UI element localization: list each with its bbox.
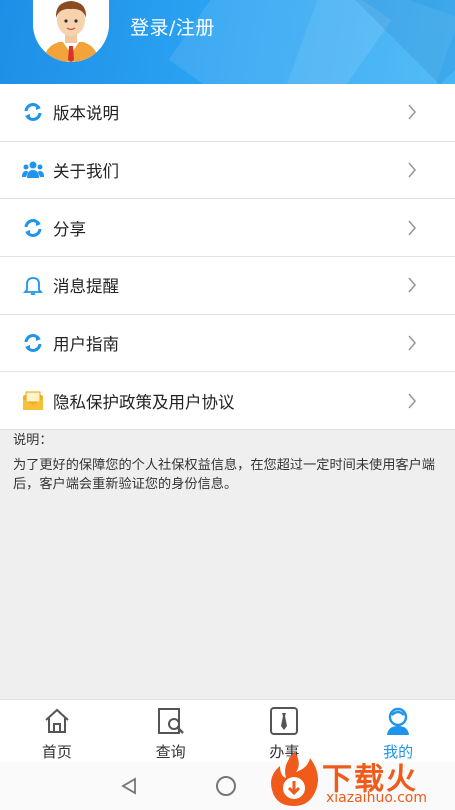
notes-section: 说明： 为了更好的保障您的个人社保权益信息，在您超过一定时间未使用客户端后，客户… xyxy=(0,431,455,494)
tab-label: 首页 xyxy=(41,743,72,761)
notes-body: 为了更好的保障您的个人社保权益信息，在您超过一定时间未使用客户端后，客户端会重新… xyxy=(13,458,435,492)
menu-item-share[interactable]: 分享 xyxy=(0,199,455,258)
chevron-right-icon xyxy=(408,220,417,236)
notes-title: 说明： xyxy=(13,433,53,448)
tie-icon xyxy=(270,707,299,735)
menu-item-label: 隐私保护政策及用户协议 xyxy=(53,392,235,412)
flame-logo-icon xyxy=(271,752,318,806)
bell-icon xyxy=(22,274,44,296)
menu-item-label: 分享 xyxy=(53,219,86,239)
avatar-person-icon xyxy=(33,0,109,62)
menu-item-label: 版本说明 xyxy=(53,104,119,124)
profile-header: 登录/注册 xyxy=(0,0,455,84)
refresh-icon xyxy=(22,217,44,239)
user-icon xyxy=(387,707,410,735)
people-icon xyxy=(22,159,44,181)
home-button-icon[interactable] xyxy=(216,776,236,796)
refresh-icon xyxy=(22,101,44,123)
envelope-icon xyxy=(22,390,44,412)
chevron-right-icon xyxy=(408,393,417,409)
chevron-right-icon xyxy=(408,277,417,293)
menu-item-label: 消息提醒 xyxy=(53,277,119,297)
tab-home[interactable]: 首页 xyxy=(0,700,114,762)
tab-query[interactable]: 查询 xyxy=(114,700,228,762)
login-register-link[interactable]: 登录/注册 xyxy=(130,13,215,40)
chevron-right-icon xyxy=(408,162,417,178)
tab-label: 查询 xyxy=(155,743,186,761)
watermark: 下载火 xiazaihuo.com xyxy=(266,748,455,810)
search-doc-icon xyxy=(157,708,184,734)
menu-item-version-info[interactable]: 版本说明 xyxy=(0,84,455,142)
menu-item-label: 关于我们 xyxy=(53,162,119,182)
settings-menu: 版本说明 关于我们 分享 消息提醒 用户指南 隐私保护政策及用户协议 xyxy=(0,84,455,431)
menu-item-about-us[interactable]: 关于我们 xyxy=(0,142,455,200)
avatar[interactable] xyxy=(33,0,109,62)
home-icon xyxy=(45,708,69,733)
menu-item-user-guide[interactable]: 用户指南 xyxy=(0,315,455,373)
menu-item-privacy-policy[interactable]: 隐私保护政策及用户协议 xyxy=(0,372,455,431)
refresh-icon xyxy=(22,332,44,354)
back-icon[interactable] xyxy=(120,777,138,795)
menu-item-label: 用户指南 xyxy=(53,335,119,355)
chevron-right-icon xyxy=(408,104,417,120)
chevron-right-icon xyxy=(408,335,417,351)
watermark-domain: xiazaihuo.com xyxy=(326,790,427,806)
menu-item-notifications[interactable]: 消息提醒 xyxy=(0,257,455,315)
